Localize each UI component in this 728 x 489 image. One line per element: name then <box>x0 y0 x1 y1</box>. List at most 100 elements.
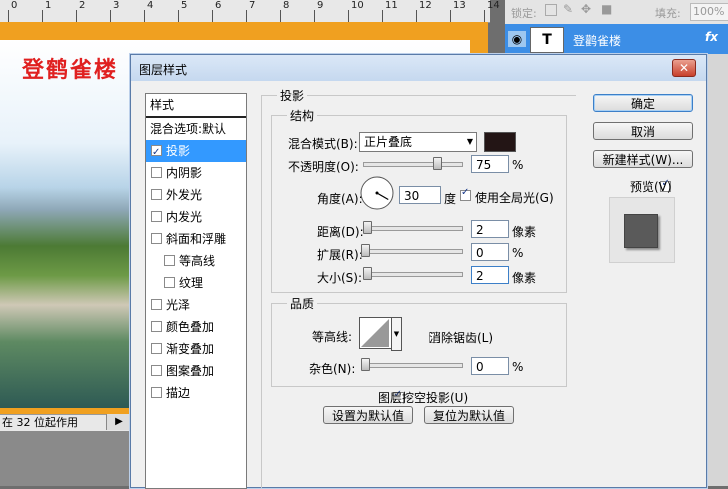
horizontal-ruler: 0 1 2 3 4 5 6 7 8 9 10 11 12 13 14 <box>0 0 500 23</box>
sidebar-item-checkbox[interactable] <box>151 343 162 354</box>
size-slider[interactable] <box>363 272 463 277</box>
cancel-button[interactable]: 取消 <box>593 122 693 140</box>
layers-panel-lock-bar: 锁定: ✎ ✥ ■ 填充: 100% <box>505 0 728 24</box>
size-slider-thumb[interactable] <box>363 267 372 280</box>
preview-box <box>609 197 675 263</box>
ruler-tick <box>348 10 349 22</box>
ruler-number: 11 <box>385 0 398 11</box>
sidebar-item-label: 图案叠加 <box>166 364 215 378</box>
contour-picker[interactable] <box>359 317 393 349</box>
opacity-slider[interactable] <box>363 162 463 167</box>
angle-unit: 度 <box>444 192 457 206</box>
sidebar-item[interactable]: 渐变叠加 <box>146 338 246 360</box>
sidebar-item-label: 等高线 <box>179 254 216 268</box>
styles-list: 样式 混合选项:默认投影内阴影外发光内发光斜面和浮雕等高线纹理光泽颜色叠加渐变叠… <box>145 93 247 489</box>
close-button[interactable]: ✕ <box>672 59 696 77</box>
knockout-label[interactable]: 图层挖空投影(U) <box>378 389 468 406</box>
sidebar-item-checkbox[interactable] <box>151 211 162 222</box>
blend-mode-value: 正片叠底 <box>364 135 413 149</box>
sidebar-item-checkbox[interactable] <box>151 387 162 398</box>
opacity-unit: % <box>512 158 524 172</box>
distance-slider[interactable] <box>363 226 463 231</box>
distance-slider-thumb[interactable] <box>363 221 372 234</box>
lock-all-icon[interactable]: ■ <box>601 2 612 16</box>
angle-dial[interactable] <box>359 175 395 211</box>
fill-input[interactable]: 100% <box>690 3 728 21</box>
ruler-tick <box>144 10 145 22</box>
make-default-button[interactable]: 设置为默认值 <box>323 406 413 424</box>
ruler-tick <box>110 10 111 22</box>
new-style-button[interactable]: 新建样式(W)... <box>593 150 693 168</box>
sidebar-item[interactable]: 斜面和浮雕 <box>146 228 246 250</box>
noise-slider-thumb[interactable] <box>361 358 370 371</box>
ruler-tick <box>178 10 179 22</box>
sidebar-item-checkbox[interactable] <box>151 321 162 332</box>
lock-transparency-icon[interactable] <box>545 4 557 16</box>
brush-icon[interactable]: ✎ <box>563 2 573 16</box>
sidebar-item[interactable]: 混合选项:默认 <box>146 118 246 140</box>
sidebar-item-checkbox[interactable] <box>151 365 162 376</box>
sidebar-item-label: 内阴影 <box>166 166 203 180</box>
move-icon[interactable]: ✥ <box>581 2 591 16</box>
blend-mode-label: 混合模式(B): <box>288 137 358 151</box>
noise-slider[interactable] <box>363 363 463 368</box>
chevron-down-icon: ▼ <box>466 137 473 146</box>
sidebar-item-checkbox[interactable] <box>151 233 162 244</box>
sidebar-item[interactable]: 颜色叠加 <box>146 316 246 338</box>
status-bar-arrow-button[interactable]: ▶ <box>106 414 131 430</box>
sidebar-item[interactable]: 光泽 <box>146 294 246 316</box>
blend-mode-select[interactable]: 正片叠底 ▼ <box>359 132 477 152</box>
size-input[interactable]: 2 <box>471 266 509 284</box>
spread-input[interactable]: 0 <box>471 243 509 261</box>
antialias-label[interactable]: 消除锯齿(L) <box>429 329 493 346</box>
sidebar-item-checkbox[interactable] <box>151 142 162 164</box>
ok-button[interactable]: 确定 <box>593 94 693 112</box>
noise-input[interactable]: 0 <box>471 357 509 375</box>
global-light-label[interactable]: 使用全局光(G) <box>475 189 554 206</box>
text-layer-thumbnail: T <box>530 27 564 53</box>
layer-name: 登鹳雀楼 <box>573 34 622 48</box>
spread-slider[interactable] <box>363 249 463 254</box>
ruler-number: 3 <box>113 0 120 11</box>
ruler-tick <box>280 10 281 22</box>
sidebar-item[interactable]: 纹理 <box>146 272 246 294</box>
drop-shadow-group-title: 投影 <box>277 87 308 104</box>
dialog-titlebar[interactable]: 图层样式 ✕ <box>131 55 706 81</box>
sidebar-item[interactable]: 外发光 <box>146 184 246 206</box>
preview-label[interactable]: 预览(V) <box>630 178 672 195</box>
sidebar-item[interactable]: 描边 <box>146 382 246 404</box>
sidebar-item-label: 外发光 <box>166 188 203 202</box>
sidebar-item-label: 斜面和浮雕 <box>166 232 227 246</box>
sidebar-item-label: 颜色叠加 <box>166 320 215 334</box>
sidebar-item-label: 投影 <box>166 144 191 158</box>
distance-unit: 像素 <box>512 225 537 239</box>
sidebar-item[interactable]: 内发光 <box>146 206 246 228</box>
ruler-tick <box>484 10 485 22</box>
sidebar-item[interactable]: 等高线 <box>146 250 246 272</box>
opacity-slider-thumb[interactable] <box>432 157 442 170</box>
contour-dropdown-icon[interactable]: ▼ <box>391 317 402 351</box>
sidebar-item-checkbox[interactable] <box>164 277 175 288</box>
styles-list-header[interactable]: 样式 <box>146 94 246 118</box>
opacity-input[interactable]: 75 <box>471 155 509 173</box>
angle-input[interactable]: 30 <box>399 186 441 204</box>
sidebar-item[interactable]: 内阴影 <box>146 162 246 184</box>
sidebar-item[interactable]: 图案叠加 <box>146 360 246 382</box>
sidebar-item[interactable]: 投影 <box>146 140 246 164</box>
spread-slider-thumb[interactable] <box>361 244 370 257</box>
workspace-background <box>0 431 130 486</box>
sidebar-item-checkbox[interactable] <box>151 189 162 200</box>
sidebar-item-label: 纹理 <box>179 276 204 290</box>
opacity-label: 不透明度(O): <box>288 160 359 174</box>
sidebar-item-checkbox[interactable] <box>151 299 162 310</box>
contour-label: 等高线: <box>312 330 353 344</box>
global-light-checkbox[interactable] <box>460 187 471 201</box>
eye-icon[interactable]: ◉ <box>508 31 526 47</box>
sidebar-item-checkbox[interactable] <box>164 255 175 266</box>
reset-default-button[interactable]: 复位为默认值 <box>424 406 514 424</box>
shadow-color-swatch[interactable] <box>484 132 516 152</box>
fx-icon[interactable]: fx <box>705 30 718 44</box>
sidebar-item-checkbox[interactable] <box>151 167 162 178</box>
size-label: 大小(S): <box>317 271 363 285</box>
distance-input[interactable]: 2 <box>471 220 509 238</box>
